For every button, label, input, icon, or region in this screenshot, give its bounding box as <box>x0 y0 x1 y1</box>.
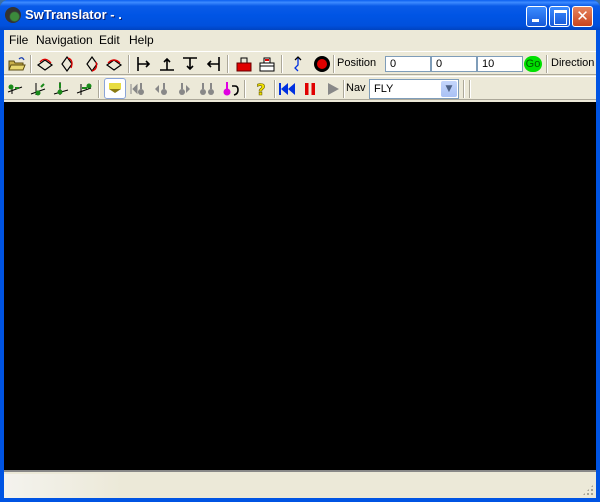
client-area: File Navigation Edit Help Position 0 0 1… <box>4 30 596 498</box>
position-x-input[interactable] <box>385 56 431 72</box>
separator <box>463 80 465 98</box>
position-label: Position <box>337 57 377 69</box>
direction-label: Direction <box>551 57 595 69</box>
axis-move-3-icon[interactable] <box>51 79 71 99</box>
separator <box>98 80 100 98</box>
play-icon[interactable] <box>323 79 343 99</box>
help-icon[interactable]: ? <box>251 79 271 99</box>
separator <box>469 80 471 98</box>
go-button[interactable]: Go <box>524 56 542 72</box>
next-node-icon[interactable] <box>174 79 194 99</box>
pair-nodes-icon[interactable] <box>197 79 217 99</box>
separator <box>343 80 345 98</box>
close-icon: ✕ <box>576 7 589 25</box>
align-right-icon[interactable] <box>203 54 223 74</box>
close-button[interactable]: ✕ <box>572 6 593 27</box>
navigation-toolbar: ? Nav FLY ▼ <box>4 76 596 100</box>
app-icon <box>5 7 21 23</box>
light-fan-icon[interactable] <box>104 78 126 99</box>
rotate-left-icon[interactable] <box>35 54 55 74</box>
separator <box>333 55 335 73</box>
align-left-icon[interactable] <box>134 54 154 74</box>
minimize-button[interactable] <box>526 6 547 27</box>
resize-grip[interactable] <box>582 484 594 496</box>
undo-node-icon[interactable] <box>220 79 240 99</box>
pause-icon[interactable] <box>300 79 320 99</box>
3d-viewport[interactable] <box>4 102 596 472</box>
separator <box>274 80 276 98</box>
menu-edit[interactable]: Edit <box>99 33 120 47</box>
rotate-up-icon[interactable] <box>58 54 78 74</box>
menu-file[interactable]: File <box>9 33 28 47</box>
nav-mode-value: FLY <box>374 83 394 95</box>
axis-move-1-icon[interactable] <box>5 79 25 99</box>
record-icon[interactable] <box>312 54 332 74</box>
rotate-down-icon[interactable] <box>81 54 101 74</box>
separator <box>128 55 130 73</box>
position-z-input[interactable] <box>477 56 523 72</box>
menu-navigation[interactable]: Navigation <box>36 33 93 47</box>
skip-start-node-icon[interactable] <box>128 79 148 99</box>
separator <box>30 55 32 73</box>
blue-path-icon[interactable] <box>288 54 308 74</box>
separator <box>546 55 548 73</box>
menu-help[interactable]: Help <box>129 33 154 47</box>
title-bar[interactable]: SwTranslator - . ✕ <box>0 0 600 30</box>
menu-bar: File Navigation Edit Help <box>4 30 596 50</box>
prev-node-icon[interactable] <box>151 79 171 99</box>
status-bar <box>4 474 596 498</box>
open-folder-icon[interactable] <box>7 54 27 74</box>
separator <box>281 55 283 73</box>
position-y-input[interactable] <box>431 56 477 72</box>
main-toolbar: Position Go Direction <box>4 51 596 75</box>
window-title: SwTranslator - . <box>25 7 122 22</box>
axis-move-2-icon[interactable] <box>28 79 48 99</box>
app-window: SwTranslator - . ✕ File Navigation Edit … <box>0 0 600 502</box>
nav-mode-select[interactable]: FLY ▼ <box>369 79 459 99</box>
align-bottom-icon[interactable] <box>157 54 177 74</box>
svg-text:?: ? <box>256 80 265 99</box>
nav-label: Nav <box>346 82 366 94</box>
maximize-button[interactable] <box>549 6 570 27</box>
rotate-right-icon[interactable] <box>104 54 124 74</box>
outline-stamp-icon[interactable] <box>257 54 277 74</box>
rewind-icon[interactable] <box>277 79 297 99</box>
red-stamp-icon[interactable] <box>234 54 254 74</box>
separator <box>227 55 229 73</box>
axis-move-4-icon[interactable] <box>74 79 94 99</box>
align-top-icon[interactable] <box>180 54 200 74</box>
chevron-down-icon[interactable]: ▼ <box>441 81 457 97</box>
separator <box>244 80 246 98</box>
